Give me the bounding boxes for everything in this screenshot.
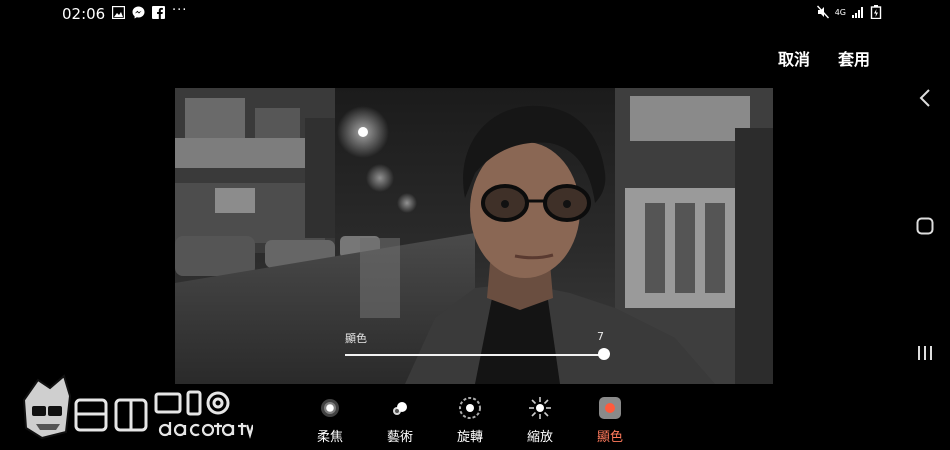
signal-icon bbox=[852, 7, 863, 18]
slider-thumb[interactable] bbox=[598, 348, 610, 360]
slider-label: 顯色 bbox=[345, 332, 367, 345]
more-notifications-icon: ··· bbox=[172, 3, 188, 18]
header-actions: 取消 套用 bbox=[778, 46, 870, 70]
watermark-logo bbox=[18, 372, 255, 446]
facebook-icon bbox=[152, 6, 165, 19]
image-icon bbox=[112, 6, 125, 19]
network-4g-icon: 4G bbox=[834, 7, 846, 17]
apply-button[interactable]: 套用 bbox=[838, 46, 870, 70]
tool-spin[interactable]: 旋轉 bbox=[440, 396, 500, 445]
status-time: 02:06 bbox=[62, 5, 106, 23]
recents-icon bbox=[918, 346, 932, 360]
art-icon bbox=[393, 402, 407, 415]
color-point-icon bbox=[599, 397, 621, 419]
tool-art-label: 藝術 bbox=[386, 430, 413, 445]
tool-color-point[interactable]: 顯色 bbox=[580, 396, 640, 445]
tool-zoom[interactable]: 縮放 bbox=[510, 396, 570, 445]
tool-soft-focus-label: 柔焦 bbox=[316, 430, 343, 445]
slider-track[interactable] bbox=[345, 354, 603, 356]
tool-soft-focus[interactable]: 柔焦 bbox=[300, 396, 360, 445]
slider-value: 7 bbox=[597, 330, 604, 343]
soft-focus-icon bbox=[321, 399, 339, 417]
status-bar: 02:06 ··· 4G bbox=[0, 0, 950, 28]
effect-toolbar: 柔焦 藝術 旋轉 縮放 顯色 bbox=[300, 396, 650, 450]
cancel-button[interactable]: 取消 bbox=[778, 46, 810, 70]
home-icon bbox=[916, 217, 934, 235]
navigation-bar bbox=[900, 28, 950, 450]
battery-icon bbox=[870, 5, 882, 19]
messenger-icon bbox=[132, 6, 145, 19]
zoom-icon bbox=[529, 397, 551, 419]
notification-icons: ··· bbox=[112, 3, 188, 21]
tool-color-point-label: 顯色 bbox=[596, 430, 623, 445]
recents-button[interactable] bbox=[900, 338, 950, 368]
watermark-image bbox=[22, 374, 255, 440]
tool-spin-label: 旋轉 bbox=[456, 430, 483, 445]
color-point-slider: 顯色 7 bbox=[345, 330, 610, 370]
system-status-icons: 4G bbox=[816, 5, 882, 19]
back-icon bbox=[919, 89, 930, 107]
tool-zoom-label: 縮放 bbox=[526, 430, 553, 445]
tool-art[interactable]: 藝術 bbox=[370, 396, 430, 445]
spin-icon bbox=[459, 397, 481, 419]
mute-icon bbox=[816, 5, 829, 19]
back-button[interactable] bbox=[900, 83, 950, 113]
home-button[interactable] bbox=[900, 211, 950, 241]
